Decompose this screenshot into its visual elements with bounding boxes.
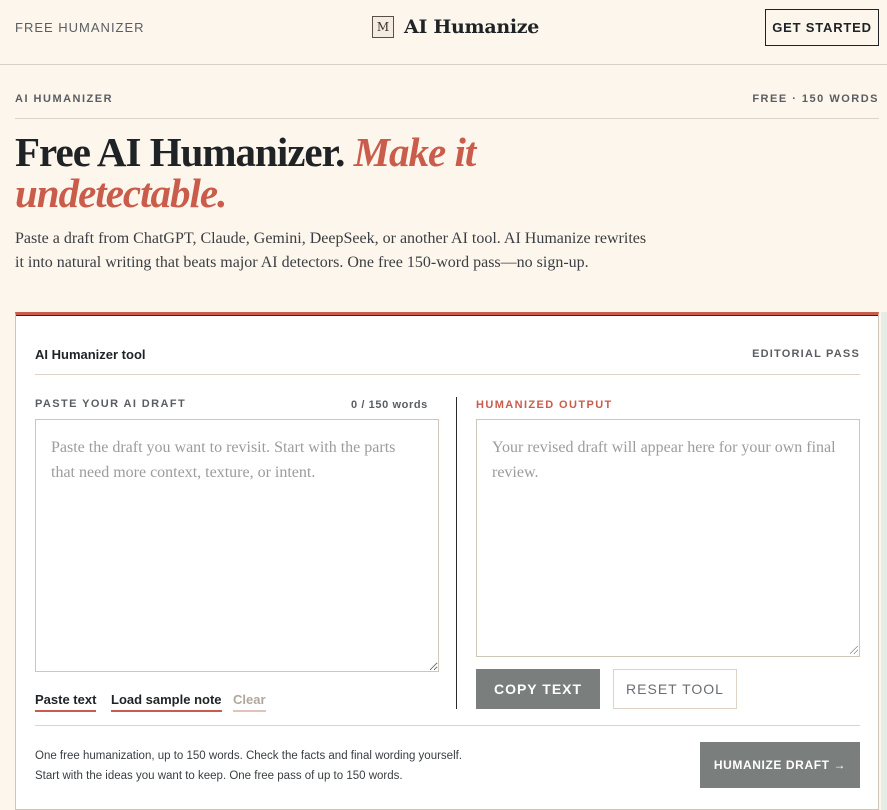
top-nav: FREE HUMANIZER M AI Humanize GET STARTED <box>0 0 887 65</box>
card-top-rule <box>16 315 878 316</box>
humanizer-tool-card: AI Humanizer tool EDITORIAL PASS PASTE Y… <box>15 312 879 810</box>
humanize-draft-button[interactable]: HUMANIZE DRAFT → <box>700 742 860 788</box>
copy-text-button[interactable]: COPY TEXT <box>476 669 600 709</box>
load-sample-link[interactable]: Load sample note <box>111 692 222 712</box>
card-footer-divider <box>35 725 860 726</box>
get-started-button[interactable]: GET STARTED <box>765 9 879 46</box>
tool-badge: EDITORIAL PASS <box>752 348 860 360</box>
paste-text-link[interactable]: Paste text <box>35 692 97 712</box>
footer-note-line-1: One free humanization, up to 150 words. … <box>35 750 463 762</box>
section-header: AI HUMANIZER FREE · 150 WORDS <box>15 92 879 119</box>
draft-input[interactable] <box>35 419 439 672</box>
page-title: Free AI Humanizer. Make it undetectable. <box>15 132 575 214</box>
resize-handle-icon[interactable] <box>850 646 858 654</box>
column-divider <box>456 397 457 709</box>
output-field[interactable]: Your revised draft will appear here for … <box>476 419 860 657</box>
tool-title: AI Humanizer tool <box>35 347 146 362</box>
title-plain: Free AI Humanizer. <box>15 129 345 175</box>
brand[interactable]: M AI Humanize <box>372 16 539 38</box>
page-subtitle: Paste a draft from ChatGPT, Claude, Gemi… <box>15 230 647 271</box>
input-label: PASTE YOUR AI DRAFT <box>35 398 187 410</box>
clear-link[interactable]: Clear <box>233 692 266 712</box>
section-meta: FREE · 150 WORDS <box>752 93 879 105</box>
footer-note: One free humanization, up to 150 words. … <box>35 746 595 786</box>
free-humanizer-link[interactable]: FREE HUMANIZER <box>15 20 145 35</box>
tool-header: AI Humanizer tool EDITORIAL PASS <box>35 345 860 375</box>
reset-tool-button[interactable]: RESET TOOL <box>613 669 737 709</box>
word-count: 0 / 150 words <box>351 399 428 411</box>
output-label: HUMANIZED OUTPUT <box>476 399 613 411</box>
section-label: AI HUMANIZER <box>15 93 114 105</box>
brand-logo-icon: M <box>372 16 394 38</box>
footer-note-line-2: Start with the ideas you want to keep. O… <box>35 770 403 782</box>
page-edge <box>881 312 887 810</box>
brand-name: AI Humanize <box>404 16 540 38</box>
